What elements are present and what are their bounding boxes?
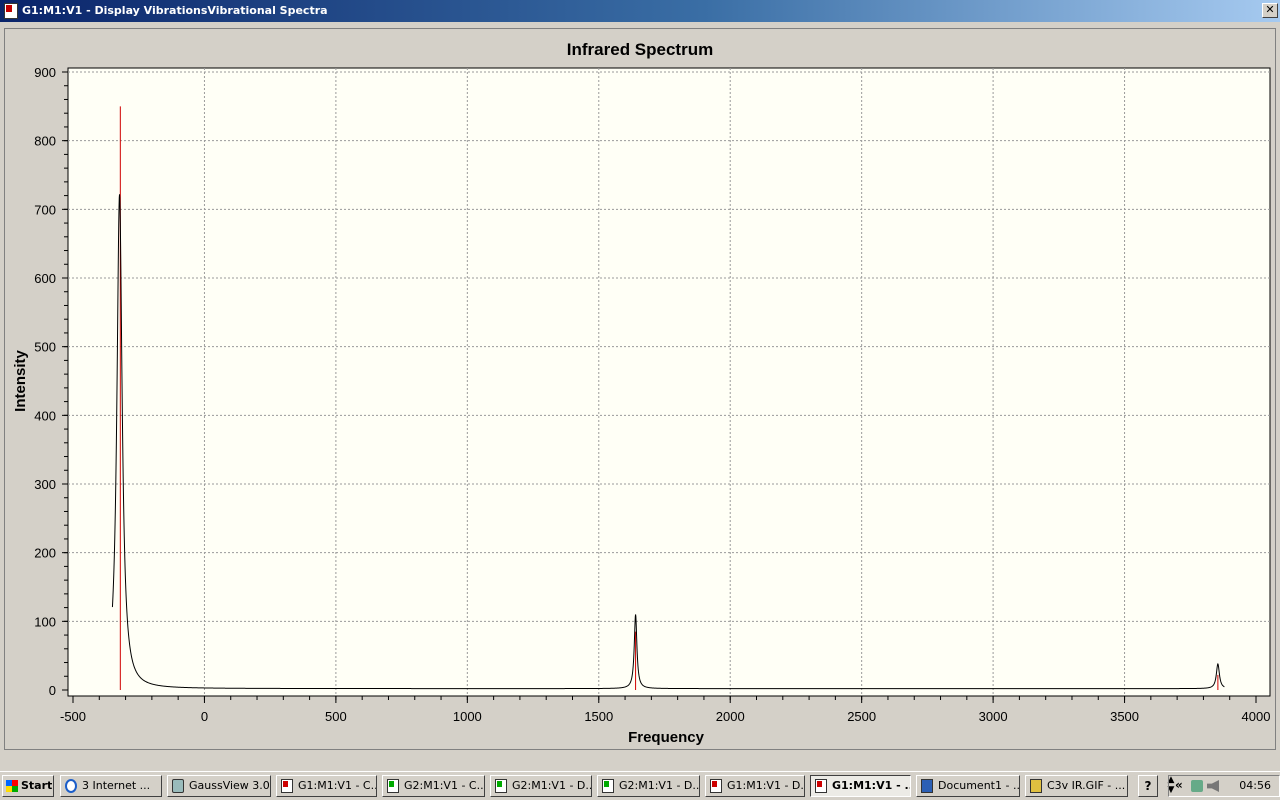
taskbar-button[interactable]: G1:M1:V1 - D... (705, 775, 805, 797)
gaussview-green-icon (602, 779, 614, 793)
tray-expand-chevron-icon[interactable]: « (1175, 778, 1183, 792)
taskbar-button[interactable]: G2:M1:V1 - D... (490, 775, 592, 797)
taskbar: Start 3 Internet ... GaussView 3.09 G1:M1:… (0, 771, 1280, 800)
y-tick-label: 400 (34, 408, 56, 423)
y-tick-label: 700 (34, 202, 56, 217)
taskbar-button[interactable]: G1:M1:V1 - ... (810, 775, 911, 797)
help-button[interactable]: ? (1138, 775, 1158, 797)
taskbar-button-label: G2:M1:V1 - D... (619, 779, 700, 792)
gaussview-icon (172, 779, 184, 793)
plot-area (67, 67, 1271, 697)
taskbar-button-label: C3v IR.GIF - ... (1047, 779, 1126, 792)
x-tick-label: 1500 (584, 709, 613, 724)
y-axis: 0 100 200 300 400 500 600 700 800 900 (34, 65, 68, 698)
x-tick-label: 2000 (716, 709, 745, 724)
y-tick-label: 200 (34, 546, 56, 561)
taskbar-button-label: G1:M1:V1 - C... (298, 779, 377, 792)
gif-icon (1030, 779, 1042, 793)
gaussview-green-icon (387, 779, 399, 793)
gaussview-red-icon (710, 779, 722, 793)
y-axis-label: Intensity (12, 350, 29, 412)
y-tick-label: 800 (34, 134, 56, 149)
taskbar-button[interactable]: 3 Internet ... (60, 775, 162, 797)
ie-icon (65, 779, 77, 793)
y-tick-label: 900 (34, 65, 56, 80)
y-tick-label: 500 (34, 340, 56, 355)
volume-icon[interactable] (1207, 780, 1219, 792)
y-tick-label: 300 (34, 477, 56, 492)
x-tick-label: 2500 (847, 709, 876, 724)
taskbar-button[interactable]: G2:M1:V1 - C... (382, 775, 485, 797)
y-tick-label: 100 (34, 614, 56, 629)
taskbar-button-label: G1:M1:V1 - ... (832, 779, 911, 792)
gaussview-red-icon (815, 779, 827, 793)
x-tick-label: 500 (325, 709, 347, 724)
taskbar-button-label: G1:M1:V1 - D... (727, 779, 805, 792)
windows-logo-icon (6, 780, 18, 792)
taskbar-button-label: G2:M1:V1 - D... (512, 779, 592, 792)
x-tick-label: -500 (60, 709, 86, 724)
x-tick-label: 4000 (1242, 709, 1271, 724)
x-axis-label: Frequency (628, 729, 705, 746)
taskbar-button-label: Document1 - ... (938, 779, 1020, 792)
gaussview-red-icon (281, 779, 293, 793)
taskbar-button-label: G2:M1:V1 - C... (404, 779, 485, 792)
clock[interactable]: 04:56 (1239, 779, 1271, 792)
x-tick-label: 1000 (453, 709, 482, 724)
taskbar-button[interactable]: C3v IR.GIF - ... (1025, 775, 1128, 797)
system-tray: « 04:56 (1168, 775, 1280, 797)
gaussview-green-icon (495, 779, 507, 793)
taskbar-button-label: 3 Internet ... (82, 779, 151, 792)
taskbar-button-label: GaussView 3.09 (189, 779, 271, 792)
word-icon (921, 779, 933, 793)
taskbar-button[interactable]: G1:M1:V1 - C... (276, 775, 377, 797)
taskbar-button[interactable]: Document1 - ... (916, 775, 1020, 797)
x-axis: -500 0 500 1000 1500 2000 2500 3000 3500 4000 (60, 696, 1270, 724)
y-tick-label: 0 (49, 683, 56, 698)
ir-spectrum-chart: 0 100 200 300 400 500 600 700 800 900 -500 0 500 100… (12, 65, 1271, 746)
taskbar-button[interactable]: GaussView 3.09 (167, 775, 271, 797)
y-tick-label: 600 (34, 271, 56, 286)
x-tick-label: 3500 (1110, 709, 1139, 724)
x-tick-label: 3000 (979, 709, 1008, 724)
start-button[interactable]: Start (2, 775, 54, 797)
taskbar-button[interactable]: G2:M1:V1 - D... (597, 775, 700, 797)
start-label: Start (21, 779, 53, 792)
network-icon[interactable] (1191, 780, 1203, 792)
x-tick-label: 0 (201, 709, 208, 724)
